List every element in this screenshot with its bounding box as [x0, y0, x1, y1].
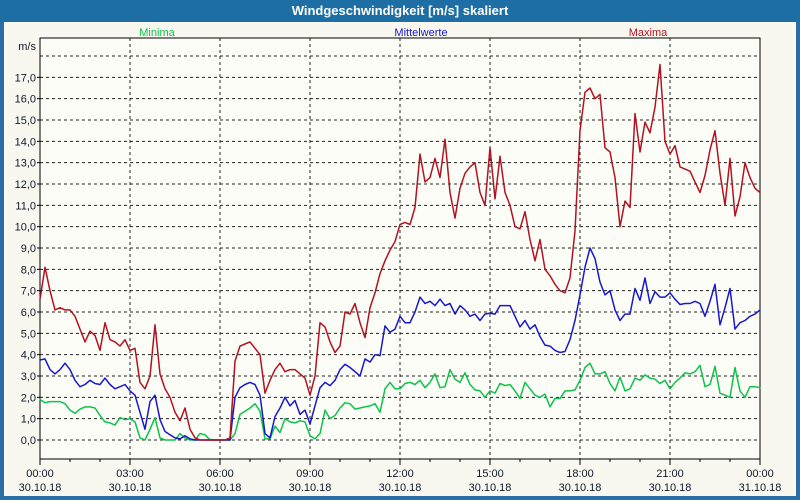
svg-text:00:00: 00:00	[26, 468, 54, 480]
legend-item-maxima: Maxima	[628, 27, 668, 39]
svg-text:4,0: 4,0	[21, 350, 36, 362]
svg-text:12:00: 12:00	[386, 468, 414, 480]
svg-text:14,0: 14,0	[15, 136, 36, 148]
svg-text:5,0: 5,0	[21, 328, 36, 340]
svg-text:8,0: 8,0	[21, 264, 36, 276]
chart-window: Windgeschwindigkeit [m/s] skaliert Minim…	[0, 0, 800, 500]
svg-text:7,0: 7,0	[21, 286, 36, 298]
svg-text:18:00: 18:00	[566, 468, 594, 480]
svg-text:31.10.18: 31.10.18	[739, 482, 782, 494]
svg-text:13,0: 13,0	[15, 158, 36, 170]
svg-text:30.10.18: 30.10.18	[19, 482, 62, 494]
svg-text:30.10.18: 30.10.18	[289, 482, 332, 494]
svg-text:2,0: 2,0	[21, 392, 36, 404]
svg-text:12,0: 12,0	[15, 179, 36, 191]
svg-text:09:00: 09:00	[296, 468, 324, 480]
svg-text:30.10.18: 30.10.18	[379, 482, 422, 494]
svg-text:0,0: 0,0	[21, 435, 36, 447]
svg-text:1,0: 1,0	[21, 414, 36, 426]
svg-text:9,0: 9,0	[21, 243, 36, 255]
svg-text:6,0: 6,0	[21, 307, 36, 319]
svg-text:15:00: 15:00	[476, 468, 504, 480]
svg-text:3,0: 3,0	[21, 371, 36, 383]
svg-text:17,0: 17,0	[15, 72, 36, 84]
window-border-left	[0, 22, 4, 500]
title-bar[interactable]: Windgeschwindigkeit [m/s] skaliert	[0, 0, 800, 22]
svg-text:30.10.18: 30.10.18	[559, 482, 602, 494]
svg-text:03:00: 03:00	[116, 468, 144, 480]
svg-text:16,0: 16,0	[15, 94, 36, 106]
svg-text:30.10.18: 30.10.18	[469, 482, 512, 494]
svg-text:21:00: 21:00	[656, 468, 684, 480]
window-title: Windgeschwindigkeit [m/s] skaliert	[291, 3, 509, 18]
svg-text:30.10.18: 30.10.18	[109, 482, 152, 494]
svg-text:15,0: 15,0	[15, 115, 36, 127]
y-axis-labels: 0,0 1,0 2,0 3,0 4,0 5,0 6,0 7,0 8,0 9,0 10,0 11,0 12…	[15, 41, 37, 447]
svg-text:30.10.18: 30.10.18	[649, 482, 692, 494]
svg-text:11,0: 11,0	[15, 200, 36, 212]
window-border-right	[796, 22, 800, 500]
window-border-bottom	[0, 496, 800, 500]
x-axis-labels: 00:00 30.10.18 03:00 30.10.18 06:00 30.10.18 0…	[19, 468, 782, 494]
svg-text:10,0: 10,0	[15, 222, 36, 234]
legend-item-mittelwerte: Mittelwerte	[394, 27, 448, 39]
wind-speed-chart: 0,0 1,0 2,0 3,0 4,0 5,0 6,0 7,0 8,0 9,0 10,0 11,0 12…	[15, 37, 782, 494]
svg-text:00:00: 00:00	[746, 468, 774, 480]
y-axis-unit-label: m/s	[18, 41, 36, 53]
svg-text:30.10.18: 30.10.18	[199, 482, 242, 494]
svg-text:06:00: 06:00	[206, 468, 234, 480]
legend-item-minima: Minima	[139, 27, 175, 39]
